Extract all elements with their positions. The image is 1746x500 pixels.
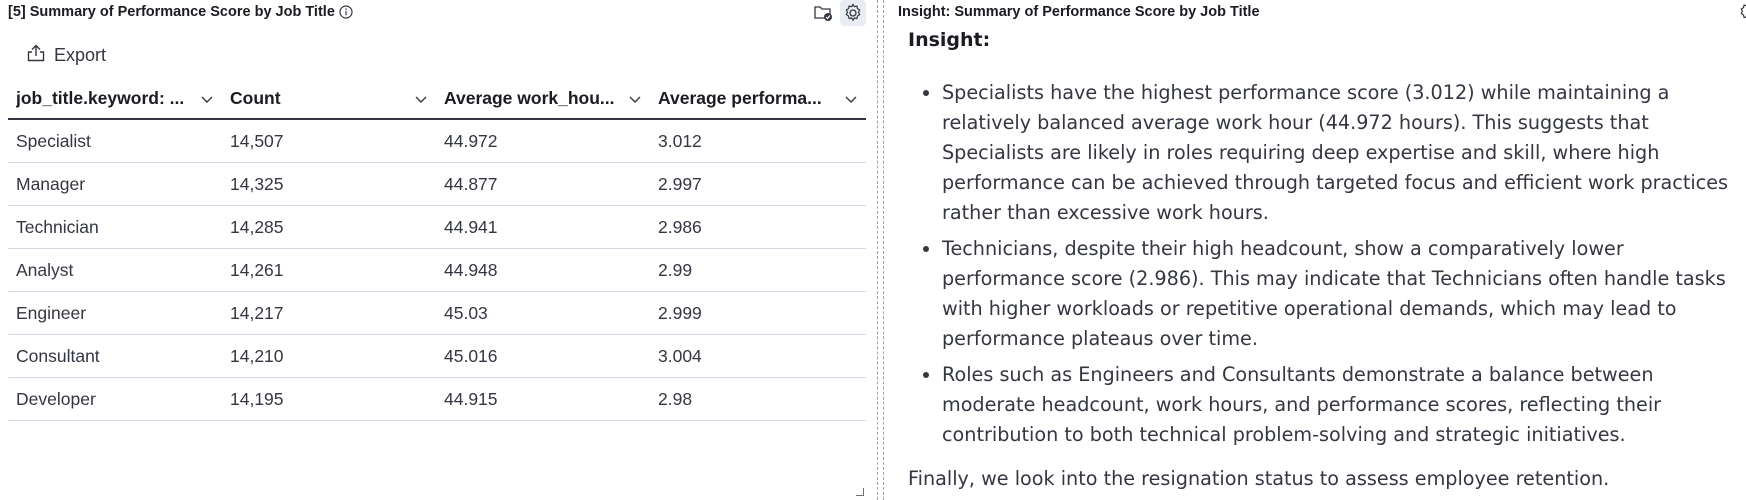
list-item: Roles such as Engineers and Consultants … [942,360,1743,450]
column-header-avg-work-hours[interactable]: Average work_hou... [436,78,650,118]
cell-avg-work-hours: 44.972 [444,130,498,151]
list-item: Specialists have the highest performance… [942,78,1743,228]
list-item: Technicians, despite their high headcoun… [942,234,1743,354]
panel-divider[interactable] [883,0,884,500]
table-row: Manager 14,325 44.877 2.997 [8,163,866,206]
cell-job-title: Technician [16,216,99,237]
export-label: Export [54,45,107,65]
export-button[interactable]: Export [26,44,106,67]
cell-avg-work-hours: 44.915 [444,388,498,409]
column-header-job-title[interactable]: job_title.keyword: ... [8,78,222,118]
gear-icon[interactable] [840,0,866,26]
cell-count: 14,210 [230,345,284,366]
cell-avg-performance: 2.99 [658,259,693,280]
cell-avg-work-hours: 44.948 [444,259,498,280]
cell-count: 14,507 [230,130,284,151]
table-row: Technician 14,285 44.941 2.986 [8,206,866,249]
cell-count: 14,261 [230,259,284,280]
cell-avg-performance: 2.98 [658,388,693,409]
cell-count: 14,325 [230,173,284,194]
cell-count: 14,195 [230,388,284,409]
cell-job-title: Analyst [16,259,74,280]
data-table: job_title.keyword: ... Count Average wor… [8,78,866,421]
cell-count: 14,217 [230,302,284,323]
column-header-avg-performance[interactable]: Average performa... [650,78,866,118]
cell-job-title: Engineer [16,302,87,323]
panel-title: [5] Summary of Performance Score by Job … [8,4,335,20]
cell-avg-performance: 2.986 [658,216,702,237]
cell-job-title: Consultant [16,345,100,366]
insight-heading: Insight: [908,29,991,51]
cell-avg-performance: 3.004 [658,345,702,366]
chevron-down-icon[interactable] [628,88,642,109]
cell-avg-work-hours: 44.877 [444,173,498,194]
insight-list: Specialists have the highest performance… [908,78,1743,450]
cell-avg-performance: 2.999 [658,302,702,323]
table-header: job_title.keyword: ... Count Average wor… [8,78,866,120]
cell-avg-work-hours: 44.941 [444,216,498,237]
panel-divider[interactable] [877,0,878,500]
cell-avg-work-hours: 45.03 [444,302,488,323]
panel-actions [810,0,866,26]
table-row: Analyst 14,261 44.948 2.99 [8,249,866,292]
table-row: Developer 14,195 44.915 2.98 [8,378,866,421]
panel-title: Insight: Summary of Performance Score by… [898,4,1260,20]
insight-panel: Insight: Summary of Performance Score by… [886,0,1746,500]
cell-job-title: Developer [16,388,96,409]
insight-content: Insight: Specialists have the highest pe… [908,26,1743,494]
cell-avg-work-hours: 45.016 [444,345,498,366]
chevron-down-icon[interactable] [200,88,214,109]
cell-count: 14,285 [230,216,284,237]
table-row: Specialist 14,507 44.972 3.012 [8,120,866,163]
panel-header: [5] Summary of Performance Score by Job … [8,2,354,22]
insight-footer: Finally, we look into the resignation st… [908,467,1610,490]
inspect-icon[interactable] [810,0,836,26]
resize-handle[interactable] [856,488,864,496]
info-icon[interactable] [339,5,354,20]
chevron-down-icon[interactable] [844,88,858,109]
column-header-count[interactable]: Count [222,78,436,118]
cell-job-title: Specialist [16,130,91,151]
table-row: Engineer 14,217 45.03 2.999 [8,292,866,335]
cell-job-title: Manager [16,173,86,194]
gear-icon[interactable] [1738,2,1746,22]
table-row: Consultant 14,210 45.016 3.004 [8,335,866,378]
chevron-down-icon[interactable] [414,88,428,109]
share-icon [26,44,46,67]
cell-avg-performance: 3.012 [658,130,702,151]
table-panel: [5] Summary of Performance Score by Job … [0,0,874,500]
cell-avg-performance: 2.997 [658,173,702,194]
panel-header: Insight: Summary of Performance Score by… [898,2,1260,22]
